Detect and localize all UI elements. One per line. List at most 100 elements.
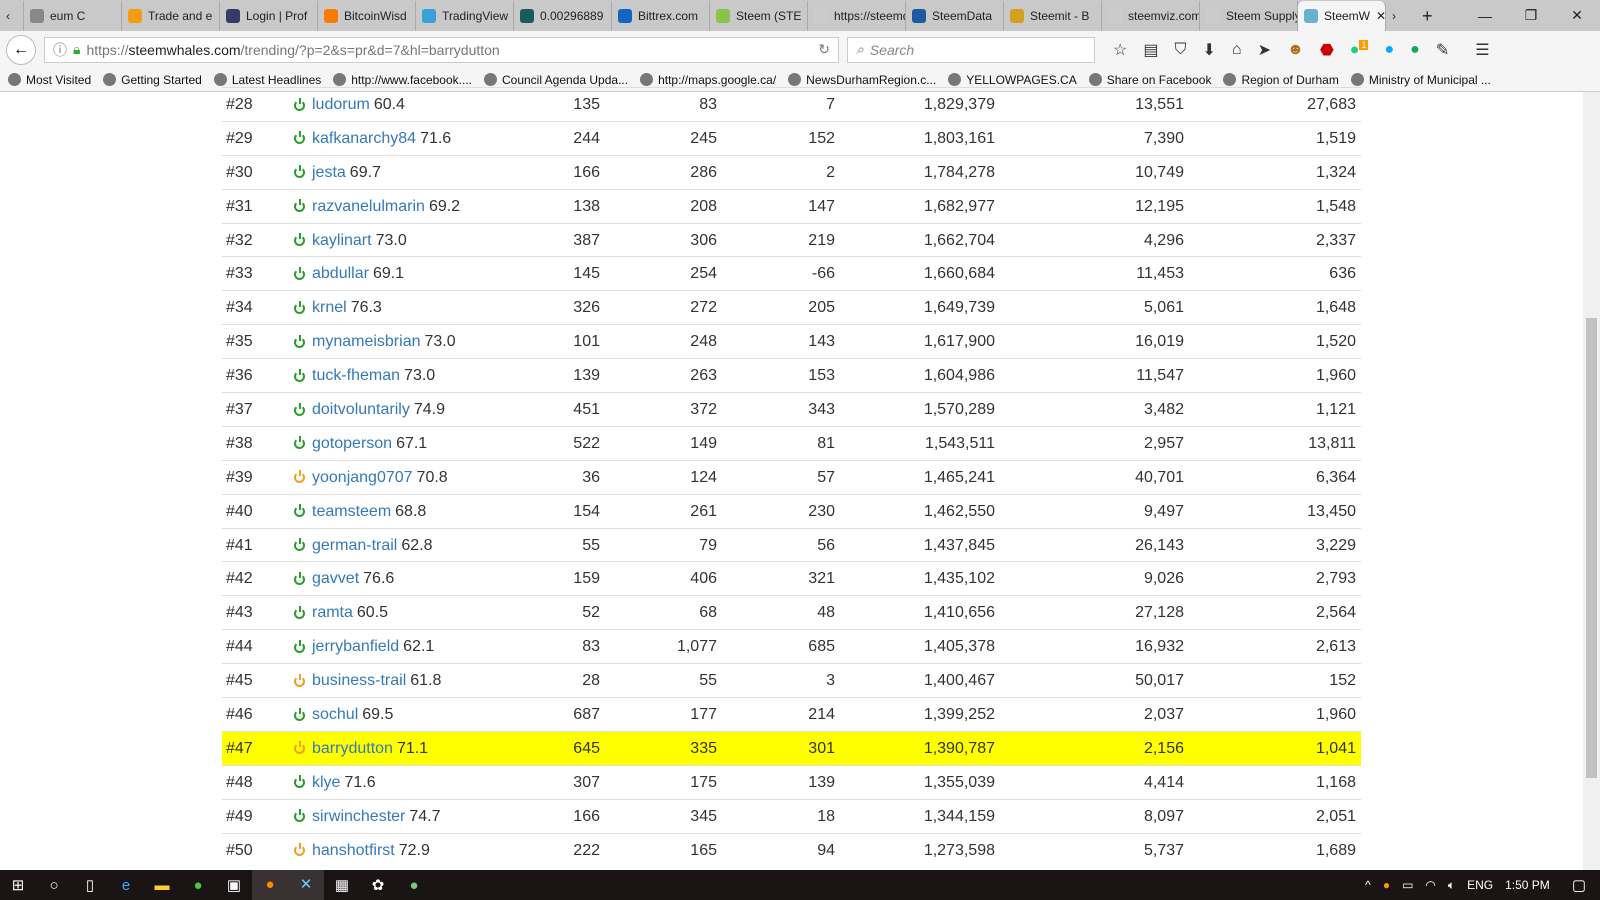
username-link[interactable]: abdullar [312,265,369,283]
wifi-icon[interactable]: ◠ [1425,878,1435,892]
volume-icon[interactable]: 🔈︎ [1448,878,1455,893]
send-icon[interactable]: ➤ [1258,40,1271,60]
bookmark-item[interactable]: Ministry of Municipal ... [1350,73,1491,87]
bookmark-item[interactable]: YELLOWPAGES.CA [948,73,1077,87]
minimize-button[interactable]: — [1462,8,1508,24]
action-center-icon[interactable]: ▢ [1572,876,1586,894]
username-link[interactable]: doitvoluntarily [312,401,410,419]
tab-label: steemviz.com : [1128,9,1200,23]
bookmark-item[interactable]: Most Visited [8,73,91,87]
bookmark-item[interactable]: http://maps.google.ca/ [640,73,776,87]
username-link[interactable]: gotoperson [312,435,392,453]
tab[interactable]: Steem Supply - [1200,1,1298,31]
username-link[interactable]: yoonjang0707 [312,469,413,487]
username-link[interactable]: sirwinchester [312,808,405,826]
language-indicator[interactable]: ENG [1467,878,1493,892]
firefox-icon[interactable]: ● [252,870,288,900]
reload-icon[interactable]: ↻ [818,41,830,58]
menu-icon[interactable]: ☰ [1475,40,1489,60]
cortana-icon[interactable]: ○ [36,877,72,894]
skype-icon[interactable]: ● [1384,41,1394,59]
username-link[interactable]: klye [312,774,340,792]
tab[interactable]: Bittrex.com [612,1,710,31]
username-link[interactable]: barrydutton [312,740,393,758]
username-link[interactable]: tuck-fheman [312,367,400,385]
bookmark-item[interactable]: NewsDurhamRegion.c... [788,73,936,87]
cell: 153 [808,367,835,385]
bookmark-item[interactable]: Council Agenda Upda... [483,73,628,87]
paint-icon[interactable]: ✿ [360,876,396,894]
reading-list-icon[interactable]: ▤ [1143,40,1158,60]
new-tab-button[interactable]: + [1416,1,1440,31]
back-button[interactable]: ← [6,34,36,65]
edge-icon[interactable]: e [108,877,144,894]
tab[interactable]: eum C [24,1,122,31]
cell: 345 [690,807,717,825]
username-link[interactable]: kafkanarchy84 [312,130,416,148]
power-icon [294,334,305,348]
search-input[interactable]: ⌕ Search [847,36,1095,63]
close-window-button[interactable]: ✕ [1554,7,1600,24]
tab[interactable]: SteemW ✕ [1298,1,1386,31]
tab[interactable]: 0.00296889 [514,1,612,31]
username-link[interactable]: teamsteem [312,503,391,521]
task-view-icon[interactable]: ▯ [72,876,108,894]
username-link[interactable]: jerrybanfield [312,638,399,656]
cell: 387 [573,231,600,249]
bookmark-item[interactable]: Share on Facebook [1088,73,1211,87]
download-icon[interactable]: ⬇ [1202,40,1215,60]
bookmark-item[interactable]: Getting Started [103,73,202,87]
bookmark-item[interactable]: Region of Durham [1223,73,1339,87]
tab[interactable]: Trade and e [122,1,220,31]
calendar-app-icon[interactable]: ▦ [324,876,360,894]
info-icon[interactable]: ⓘ [53,40,67,60]
tab[interactable]: Login | Prof [220,1,318,31]
username-link[interactable]: german-trail [312,537,397,555]
tab[interactable]: BitcoinWisd [318,1,416,31]
tray-app-icon[interactable]: ● [1383,878,1390,892]
close-tab-icon[interactable]: ✕ [1376,9,1385,23]
tab[interactable]: TradingView [416,1,514,31]
username-link[interactable]: razvanelulmarin [312,198,425,216]
eyedropper-icon[interactable]: ✎ [1436,40,1449,60]
scrollbar-thumb[interactable] [1586,318,1597,778]
clock[interactable]: 1:50 PM [1505,878,1550,892]
restore-button[interactable]: ❐ [1508,7,1554,24]
username-link[interactable]: hanshotfirst [312,842,395,860]
bookmark-item[interactable]: http://www.facebook.... [333,73,472,87]
username-link[interactable]: mynameisbrian [312,333,420,351]
username-link[interactable]: krnel [312,299,347,317]
pocket-icon[interactable]: ⛉ [1174,41,1186,59]
greasemonkey-icon[interactable]: ☻ [1287,41,1304,59]
app-x-icon[interactable]: ✕ [288,870,324,900]
username-link[interactable]: business-trail [312,672,406,690]
bookmark-star-icon[interactable]: ☆ [1113,40,1127,60]
tab-scroll-left[interactable]: ‹ [0,1,24,31]
username-link[interactable]: kaylinart [312,232,372,250]
start-icon[interactable]: ⊞ [0,876,36,894]
tab[interactable]: steemviz.com : [1102,1,1200,31]
tab[interactable]: Steemit - B [1004,1,1102,31]
tab[interactable]: SteemData [906,1,1004,31]
store-icon[interactable]: ▣ [216,876,252,894]
url-bar[interactable]: ⓘ 🔒︎ https://steemwhales.com/trending/?p… [44,36,839,63]
username-link[interactable]: ramta [312,604,353,622]
tab[interactable]: Steem (STE [710,1,808,31]
bookmark-item[interactable]: Latest Headlines [213,73,321,87]
adblock-icon[interactable]: ⬣ [1320,40,1334,60]
username-link[interactable]: ludorum [312,96,370,114]
chrome-icon[interactable]: ● [180,877,216,894]
tab[interactable]: https://steemd. [808,1,906,31]
battery-icon[interactable]: ▭ [1402,878,1413,892]
home-icon[interactable]: ⌂ [1232,41,1242,59]
globe-app-icon[interactable]: ● [396,877,432,894]
grammarly-icon[interactable]: ● [1410,41,1420,59]
file-explorer-icon[interactable]: ▬ [144,877,180,894]
username-link[interactable]: jesta [312,164,346,182]
tab-scroll-right[interactable]: › [1386,1,1416,31]
tray-expand-icon[interactable]: ^ [1365,878,1371,892]
extension-green-icon[interactable]: ● 1 [1350,39,1369,59]
username-link[interactable]: sochul [312,706,358,724]
username-link[interactable]: gavvet [312,570,359,588]
scrollbar[interactable] [1583,92,1600,870]
